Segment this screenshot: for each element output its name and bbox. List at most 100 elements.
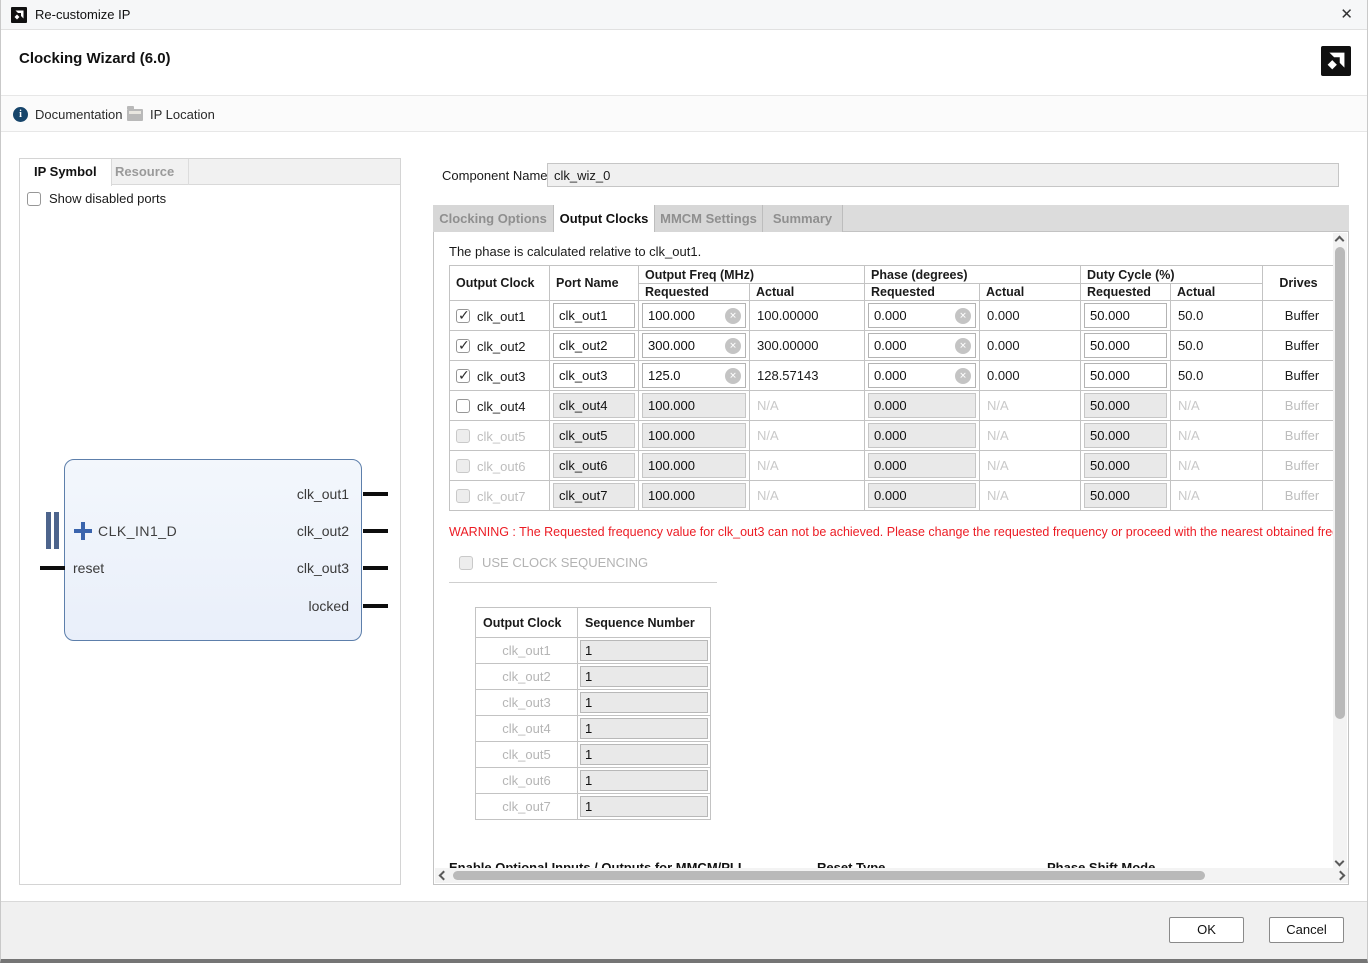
xilinx-logo-large-icon xyxy=(1321,46,1351,76)
phase-actual-value: 0.000 xyxy=(980,361,1081,391)
clear-icon[interactable] xyxy=(725,338,741,354)
clear-icon[interactable] xyxy=(725,308,741,324)
col-freq-actual: Actual xyxy=(750,284,865,301)
seq-row: clk_out5 xyxy=(476,742,711,768)
tab-mmcm-settings[interactable]: MMCM Settings xyxy=(655,205,763,232)
seq-row: clk_out3 xyxy=(476,690,711,716)
show-disabled-ports-checkbox[interactable] xyxy=(27,192,41,206)
left-tab-bar: IP Symbol Resource xyxy=(20,159,400,185)
col-output-clock: Output Clock xyxy=(450,266,550,301)
ok-button[interactable]: OK xyxy=(1169,917,1244,943)
phase-actual-value: N/A xyxy=(980,451,1081,481)
close-icon[interactable]: ✕ xyxy=(1340,5,1353,25)
ip-location-button[interactable]: IP Location xyxy=(127,96,215,133)
vertical-scrollbar[interactable] xyxy=(1333,233,1347,869)
phase-requested-input xyxy=(868,483,976,508)
phase-actual-value: 0.000 xyxy=(980,331,1081,361)
port-name-input[interactable] xyxy=(553,303,635,328)
scroll-up-icon[interactable] xyxy=(1335,236,1345,246)
drives-value: Buffer xyxy=(1263,391,1335,421)
freq-actual-value: N/A xyxy=(750,451,865,481)
row-label: clk_out3 xyxy=(477,369,525,384)
port-name-input[interactable] xyxy=(553,363,635,388)
freq-requested-input xyxy=(642,423,746,448)
drives-value: Buffer xyxy=(1263,481,1335,511)
clk-out2-checkbox[interactable] xyxy=(456,339,470,353)
duty-requested-input xyxy=(1084,483,1167,508)
duty-actual-value: N/A xyxy=(1171,451,1263,481)
horizontal-scroll-thumb[interactable] xyxy=(453,871,1205,880)
duty-actual-value: 50.0 xyxy=(1171,301,1263,331)
clear-icon[interactable] xyxy=(725,368,741,384)
tab-resource[interactable]: Resource xyxy=(101,159,189,185)
expand-plus-icon[interactable] xyxy=(73,521,93,541)
cancel-button[interactable]: Cancel xyxy=(1269,917,1344,943)
dialog-footer: OK Cancel xyxy=(1,901,1367,959)
documentation-button[interactable]: i Documentation xyxy=(13,96,122,133)
row-label: clk_out6 xyxy=(477,459,525,474)
seq-clock-label: clk_out4 xyxy=(476,716,578,742)
col-duty-actual: Actual xyxy=(1171,284,1263,301)
sequence-number-input xyxy=(580,666,708,687)
duty-actual-value: N/A xyxy=(1171,391,1263,421)
port-name-input xyxy=(553,483,635,508)
tab-ip-symbol[interactable]: IP Symbol xyxy=(20,159,112,186)
clear-icon[interactable] xyxy=(955,368,971,384)
show-disabled-ports-row: Show disabled ports xyxy=(27,191,166,206)
phase-note: The phase is calculated relative to clk_… xyxy=(449,244,701,259)
freq-actual-value: N/A xyxy=(750,391,865,421)
port-clk-out3: clk_out3 xyxy=(297,558,349,578)
freq-actual-value: N/A xyxy=(750,481,865,511)
clk-out1-checkbox[interactable] xyxy=(456,309,470,323)
freq-requested-input xyxy=(642,483,746,508)
component-name-input[interactable] xyxy=(547,163,1339,187)
clear-icon[interactable] xyxy=(955,308,971,324)
duty-requested-input[interactable] xyxy=(1084,363,1167,388)
clk-out3-checkbox[interactable] xyxy=(456,369,470,383)
port-stub xyxy=(40,566,65,570)
port-name-input xyxy=(553,423,635,448)
clear-icon[interactable] xyxy=(955,338,971,354)
scroll-right-icon[interactable] xyxy=(1336,871,1346,881)
port-name-input[interactable] xyxy=(553,333,635,358)
duty-requested-input[interactable] xyxy=(1084,333,1167,358)
phase-requested-input xyxy=(868,453,976,478)
show-disabled-ports-label: Show disabled ports xyxy=(49,191,166,206)
info-icon: i xyxy=(13,107,28,122)
scroll-down-icon[interactable] xyxy=(1335,857,1345,867)
scroll-left-icon[interactable] xyxy=(439,871,449,881)
window-title: Re-customize IP xyxy=(35,7,130,22)
port-locked: locked xyxy=(309,596,349,616)
seq-row: clk_out7 xyxy=(476,794,711,820)
tab-summary[interactable]: Summary xyxy=(763,205,843,232)
phase-actual-value: N/A xyxy=(980,391,1081,421)
duty-requested-input xyxy=(1084,393,1167,418)
port-clk-out1: clk_out1 xyxy=(297,484,349,504)
seq-row: clk_out4 xyxy=(476,716,711,742)
output-clocks-panel: The phase is calculated relative to clk_… xyxy=(433,232,1349,885)
sequence-number-input xyxy=(580,770,708,791)
horizontal-scrollbar[interactable] xyxy=(435,868,1349,883)
vertical-scroll-thumb[interactable] xyxy=(1335,247,1345,719)
col-phase: Phase (degrees) xyxy=(865,266,1081,284)
table-row-clk-out5: clk_out5 N/A N/A N/A Buffer xyxy=(450,421,1335,451)
duty-actual-value: N/A xyxy=(1171,421,1263,451)
duty-actual-value: N/A xyxy=(1171,481,1263,511)
seq-clock-label: clk_out1 xyxy=(476,638,578,664)
freq-requested-input xyxy=(642,453,746,478)
toolbar: i Documentation IP Location xyxy=(1,95,1367,132)
use-clock-sequencing-row: USE CLOCK SEQUENCING xyxy=(459,555,648,570)
warning-message: WARNING : The Requested frequency value … xyxy=(449,525,1334,539)
clk-out6-checkbox xyxy=(456,459,470,473)
seq-clock-label: clk_out5 xyxy=(476,742,578,768)
clk-out4-checkbox[interactable] xyxy=(456,399,470,413)
tab-output-clocks[interactable]: Output Clocks xyxy=(554,205,655,233)
drives-value: Buffer xyxy=(1263,301,1335,331)
sequence-number-input xyxy=(580,796,708,817)
col-duty-cycle: Duty Cycle (%) xyxy=(1081,266,1263,284)
drives-value: Buffer xyxy=(1263,331,1335,361)
clk-out5-checkbox xyxy=(456,429,470,443)
duty-requested-input[interactable] xyxy=(1084,303,1167,328)
tab-clocking-options[interactable]: Clocking Options xyxy=(433,205,554,232)
freq-actual-value: 128.57143 xyxy=(750,361,865,391)
